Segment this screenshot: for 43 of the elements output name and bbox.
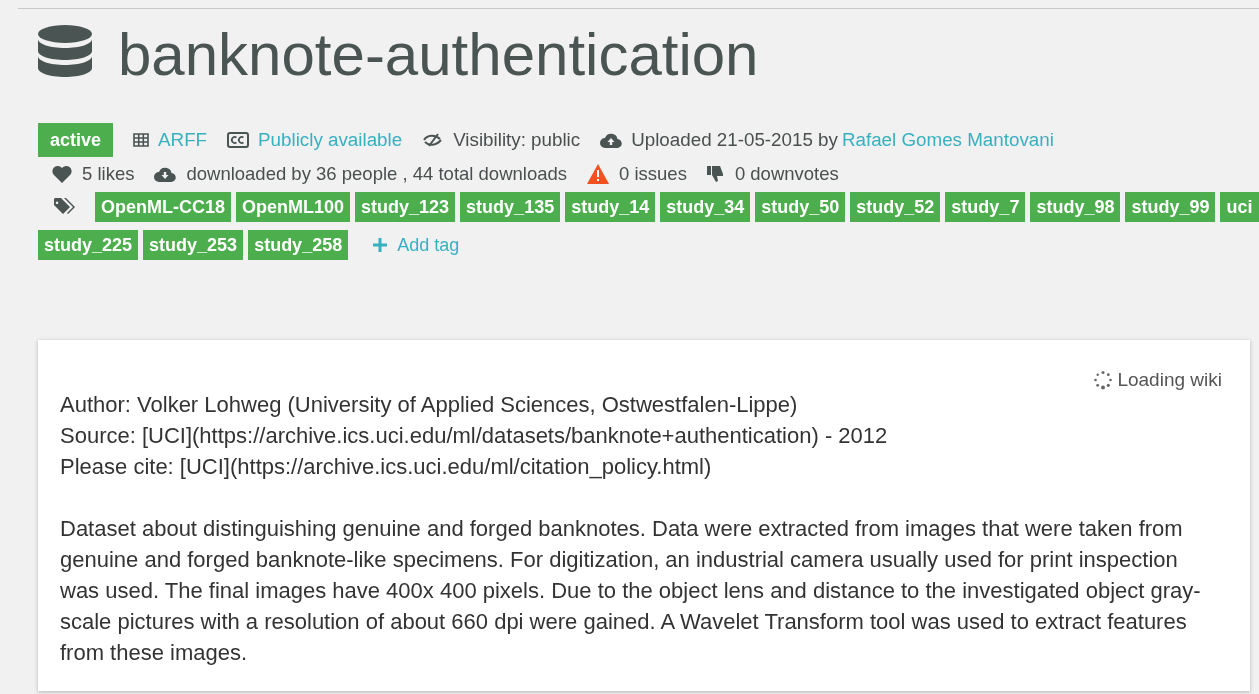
- tag-link[interactable]: study_50: [755, 192, 846, 222]
- cloud-download-icon: [154, 166, 177, 182]
- tag-link[interactable]: study_98: [1030, 192, 1121, 222]
- wiki-header-line: Author: Volker Lohweg (University of Applied Sciences, Ostwestfalen-Lippe): [60, 390, 799, 419]
- tag-link[interactable]: OpenML100: [236, 192, 351, 222]
- tags-icon: [54, 198, 76, 216]
- format-link[interactable]: ARFF: [158, 125, 208, 155]
- tag-link[interactable]: study_253: [143, 230, 244, 260]
- issues-text: 0 issues: [619, 162, 687, 187]
- tag-link[interactable]: study_123: [355, 192, 456, 222]
- downloads-text: downloaded by 36 people , 44 total downloads: [186, 162, 568, 187]
- cc-icon: [227, 132, 250, 148]
- likes-text: 5 likes: [82, 162, 135, 187]
- table-icon: [133, 133, 150, 147]
- description-paragraph: Dataset about distinguishing genuine and forged banknotes. Data were extracted from images that were taken from genuine and forged banknote-like specimens. For digitization, an industrial camera usually used for print inspection was used. The final images have 400x 400 pixels. Due to the object lens and distance to the investigated object gray-scale pictures with a resolution of about 660 dpi were gained. A Wavelet Transform tool was used to extract features from these images.: [60, 514, 1202, 667]
- tag-link[interactable]: study_99: [1125, 192, 1216, 222]
- license-link[interactable]: Publicly available: [258, 125, 403, 155]
- tag-link[interactable]: uci: [1220, 192, 1259, 222]
- tag-link[interactable]: OpenML-CC18: [95, 192, 231, 222]
- cloud-upload-icon: [600, 132, 623, 148]
- wiki-header-line: Please cite: [UCI](https://archive.ics.uci.edu/ml/citation_policy.html): [60, 452, 713, 481]
- tag-link[interactable]: study_14: [565, 192, 656, 222]
- author-link[interactable]: Rafael Gomes Mantovani: [841, 125, 1054, 155]
- thumbs-down-icon: [706, 165, 725, 183]
- eye-slash-icon: [422, 132, 445, 148]
- tag-link[interactable]: study_225: [38, 230, 139, 260]
- tag-link[interactable]: study_7: [945, 192, 1026, 222]
- visibility-text: Visibility: public: [453, 127, 581, 152]
- warning-icon: [587, 164, 610, 184]
- dataset-title: banknote-authentication: [118, 25, 759, 85]
- plus-icon: [373, 238, 388, 252]
- add-tag-link[interactable]: Add tag: [373, 231, 460, 259]
- tag-link[interactable]: study_34: [660, 192, 751, 222]
- tag-link[interactable]: study_135: [460, 192, 561, 222]
- upload-text: Uploaded 21-05-2015 by: [631, 127, 838, 152]
- tag-link[interactable]: study_258: [248, 230, 349, 260]
- wiki-header-line: Source: [UCI](https://archive.ics.uci.edu/ml/datasets/banknote+authentication) - 2012: [60, 421, 889, 450]
- spinner-icon: [1093, 370, 1114, 391]
- status-badge: active: [38, 123, 114, 157]
- heart-icon: [52, 165, 72, 183]
- tag-link[interactable]: study_52: [850, 192, 941, 222]
- loading-text: Loading wiki: [1117, 368, 1222, 392]
- downvotes-text: 0 downvotes: [734, 162, 839, 187]
